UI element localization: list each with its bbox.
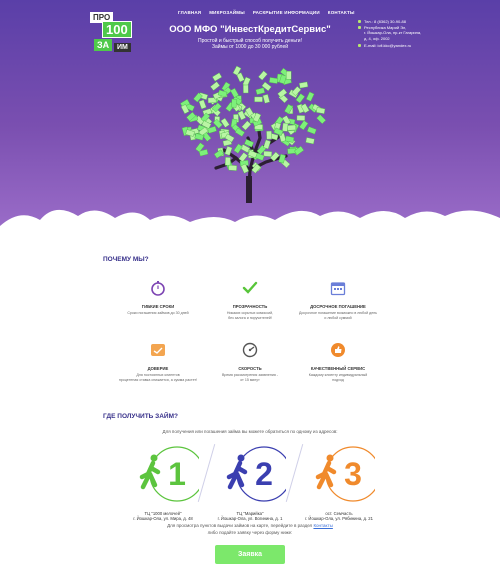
contacts-link[interactable]: Контакты [313,523,332,528]
money-bill [258,70,268,81]
logo-text-100: 100 [102,21,132,38]
phone-icon [358,20,361,23]
money-bill [266,130,272,140]
pedestrian-2-icon: 2 [226,446,292,502]
money-bill [316,107,326,114]
money-bill [228,164,238,171]
map-note-text: Для просмотра пунктов выдачи займов на к… [167,523,313,528]
feature-desc-2: и любой суммой [324,315,352,320]
location-icon [358,25,361,29]
map-note: Для просмотра пунктов выдачи займов на к… [110,522,390,536]
money-bill [254,96,263,103]
speedometer-icon [242,342,258,358]
feature-title: КАЧЕСТВЕННЫЙ СЕРВИС [310,366,366,371]
nav-disclosure[interactable]: РАСКРЫТИЕ ИНФОРМАЦИИ [253,10,320,15]
money-bill [306,126,317,135]
money-bill [224,157,231,166]
point-number: 1 [168,456,186,492]
money-bill [263,150,273,157]
where-title: ГДЕ ПОЛУЧИТЬ ЗАЙМ? [103,413,178,420]
nav-contacts[interactable]: КОНТАКТЫ [328,10,355,15]
feature-early-repayment: ДОСРОЧНОЕ ПОГАШЕНИЕ Досрочное погашение … [283,280,393,320]
money-bill [282,122,289,132]
money-bill [277,88,288,98]
money-bill [241,120,252,131]
money-bill [220,117,230,128]
money-bill [210,81,221,91]
main-nav: ГЛАВНАЯ МИКРОЗАЙМЫ РАСКРЫТИЕ ИНФОРМАЦИИ … [178,10,355,15]
calendar-icon [330,282,346,296]
where-subtitle: Для получения или погашения займа вы мож… [162,429,338,434]
money-bill [316,114,327,125]
pedestrian-1-icon: 1 [139,446,205,502]
money-bill [212,72,223,82]
money-bill [305,91,315,102]
money-bill [255,87,266,95]
logo[interactable]: ПРО 100 ЗА ИМ [90,12,140,58]
handshake-icon [151,344,165,356]
apply-button[interactable]: Заявка [215,545,285,564]
location-point-3[interactable]: 3 ост. Семчасть г. Йошкар-Ола, ул. Рябин… [279,444,399,521]
money-bill [233,143,243,154]
feature-quality-service: КАЧЕСТВЕННЫЙ СЕРВИС Каждому клиенту инди… [283,342,393,382]
feature-desc: Досрочное погашение возможно в любой ден… [298,311,378,315]
point-address: г. Йошкар-Ола, ул. Рябинина, д. 21 [305,516,373,521]
logo-text-im: ИМ [114,43,131,52]
money-bill [237,110,247,121]
form-note-text: либо подайте заявку через форму ниже: [207,530,293,535]
money-bill [269,77,279,84]
checkmark-icon [242,281,258,294]
money-bill [285,71,292,80]
logo-text-za: ЗА [94,39,113,51]
money-bill [198,99,207,110]
loan-amount: Займы от 1000 до 30 000 рублей [211,44,289,50]
nav-microloans[interactable]: МИКРОЗАЙМЫ [209,10,245,15]
pedestrian-3-icon: 3 [315,446,381,502]
money-bill [287,124,296,131]
company-block: ООО МФО "ИнвестКредитСервис" Простой и б… [150,24,350,50]
money-bill [243,84,249,94]
contacts-block: Тел.: 8 (8362) 30-90-88 Республика Марий… [358,19,468,49]
address-line-3: д. 4, оф. 2002 [364,35,390,41]
email-icon [358,44,361,47]
company-title: ООО МФО "ИнвестКредитСервис" [169,24,331,35]
feature-title: ДОСРОЧНОЕ ПОГАШЕНИЕ [310,304,366,309]
money-bill [263,139,271,150]
money-bill [298,81,309,89]
money-bill [296,115,306,121]
hero-banner: ПРО 100 ЗА ИМ ГЛАВНАЯ МИКРОЗАЙМЫ РАСКРЫТ… [0,0,500,228]
money-bill [299,120,309,131]
money-tree-illustration [180,65,327,203]
clouds-divider [0,209,500,246]
point-number: 2 [255,456,273,492]
nav-home[interactable]: ГЛАВНАЯ [178,10,201,15]
money-bills [180,65,327,174]
money-bill [305,137,315,145]
feature-desc-2: подход [332,377,344,382]
money-bill [262,94,270,104]
stopwatch-icon [151,281,165,296]
why-us-title: ПОЧЕМУ МЫ? [103,256,149,263]
money-bill [230,98,238,108]
email[interactable]: E-mail: icfi.kkc@yandex.ru [364,43,411,49]
point-number: 3 [344,456,362,492]
thumbs-up-icon [331,343,345,357]
